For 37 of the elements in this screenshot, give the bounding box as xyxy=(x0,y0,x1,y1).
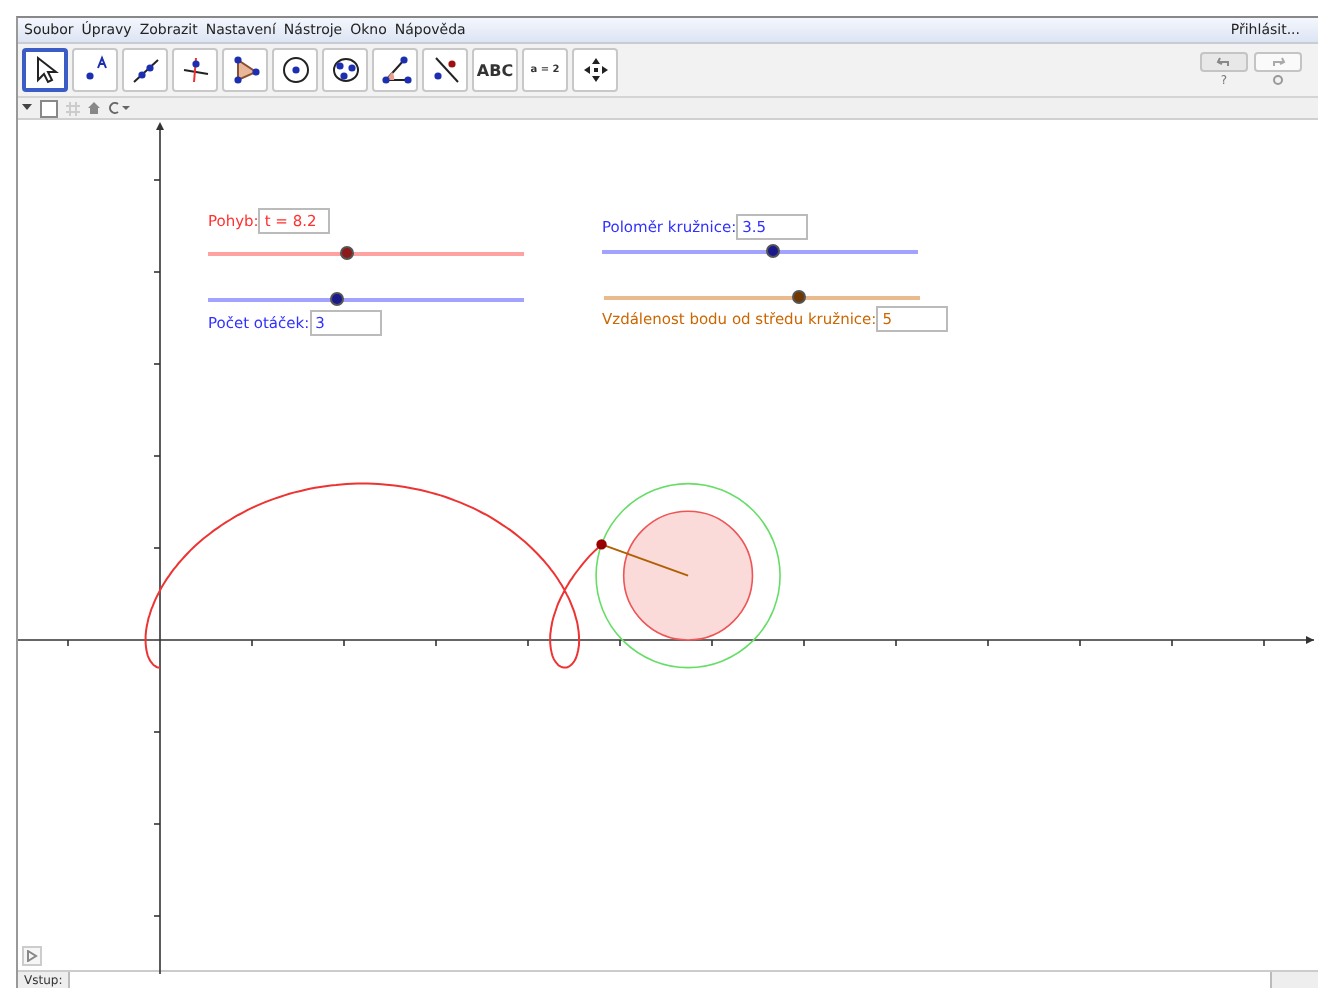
tool-button[interactable] xyxy=(422,48,468,92)
tool-button[interactable] xyxy=(572,48,618,92)
settings-icon[interactable] xyxy=(1272,74,1284,86)
input-field[interactable] xyxy=(68,972,1272,988)
redo-icon xyxy=(1270,56,1286,68)
slider-thumb[interactable] xyxy=(765,244,780,258)
undo-icon xyxy=(1216,56,1232,68)
move-arrows-icon xyxy=(579,54,611,86)
play-icon xyxy=(26,950,38,962)
ellipse-icon xyxy=(329,54,361,86)
line-icon xyxy=(129,54,161,86)
point-capture-icon[interactable] xyxy=(108,102,132,114)
angle-icon xyxy=(379,54,411,86)
reflection-icon xyxy=(429,54,461,86)
tool-button[interactable] xyxy=(22,48,68,92)
slider-thumb[interactable] xyxy=(330,292,345,306)
tool-button[interactable] xyxy=(222,48,268,92)
home-icon[interactable] xyxy=(88,102,100,114)
play-button[interactable] xyxy=(22,946,42,966)
tool-button[interactable] xyxy=(72,48,118,92)
tool-button[interactable] xyxy=(272,48,318,92)
caret-icon[interactable] xyxy=(22,104,32,112)
circle-icon xyxy=(279,54,311,86)
tool-button[interactable] xyxy=(322,48,368,92)
tool-button[interactable] xyxy=(172,48,218,92)
axes-toggle-icon[interactable] xyxy=(40,99,58,117)
undo-button[interactable] xyxy=(1200,52,1248,72)
tool-button[interactable] xyxy=(372,48,418,92)
triangle-icon xyxy=(229,54,261,86)
tracing-point[interactable] xyxy=(596,539,607,550)
slider-thumb[interactable] xyxy=(340,246,355,260)
rolling-circle xyxy=(622,510,754,641)
tool-button[interactable] xyxy=(122,48,168,92)
radius-segment xyxy=(600,543,690,577)
perpendicular-lines-icon xyxy=(179,54,211,86)
tool-button[interactable]: ABC xyxy=(472,48,518,92)
slider-thumb[interactable] xyxy=(792,290,807,304)
